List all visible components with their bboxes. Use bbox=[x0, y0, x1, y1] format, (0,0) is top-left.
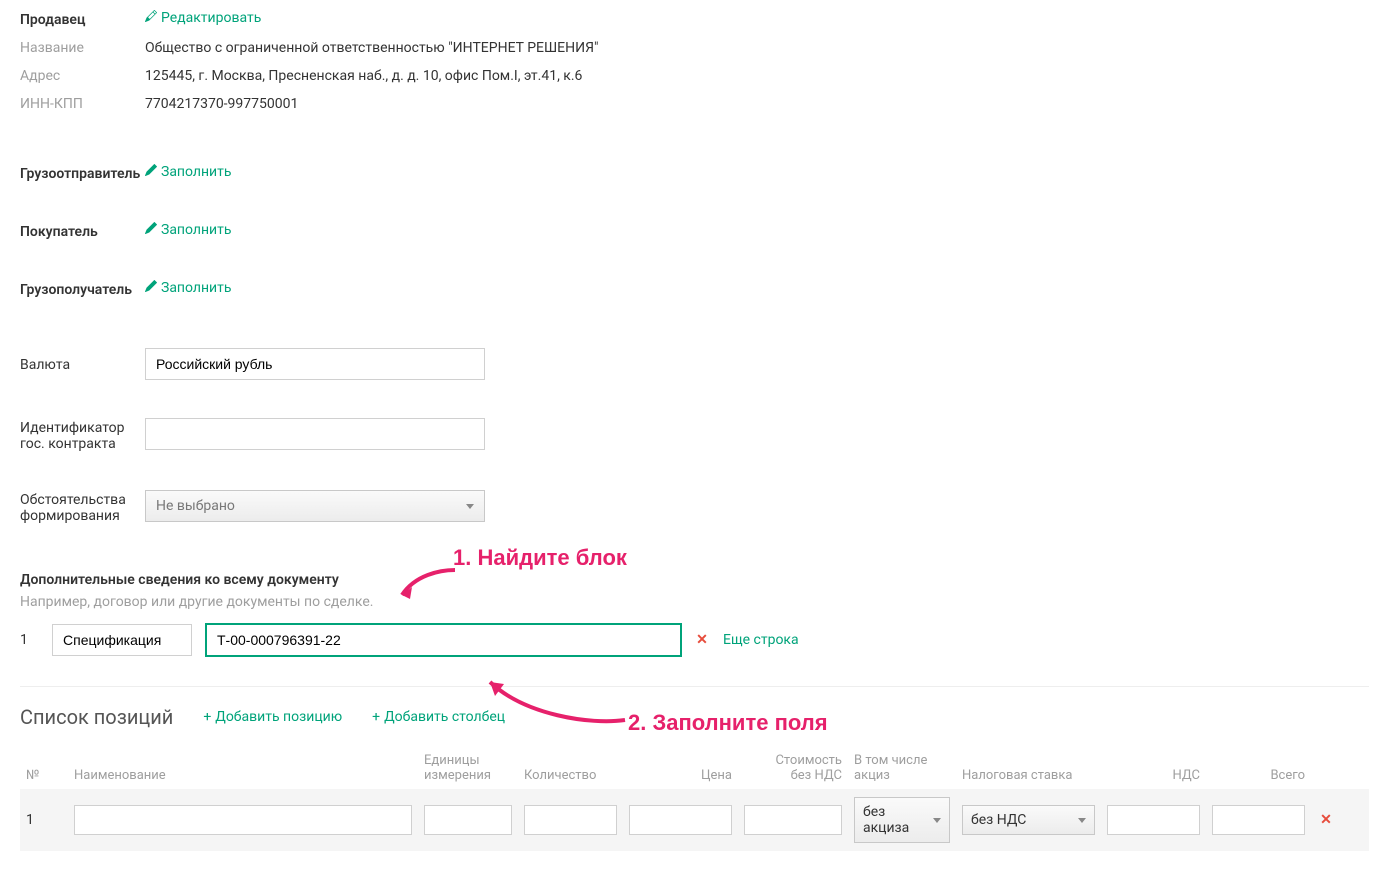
cell-price-input[interactable] bbox=[629, 805, 732, 835]
extra-add-row-link[interactable]: Еще строка bbox=[723, 632, 799, 648]
th-rate: Налоговая ставка bbox=[956, 768, 1101, 783]
gos-id-input[interactable] bbox=[145, 418, 485, 450]
extra-row-delete[interactable]: ✕ bbox=[695, 632, 709, 648]
table-row: 1 без акциза без НДС ✕ bbox=[20, 789, 1369, 851]
th-name: Наименование bbox=[68, 768, 418, 783]
buyer-fill-link[interactable]: Заполнить bbox=[145, 222, 231, 238]
cell-num: 1 bbox=[20, 812, 68, 828]
currency-input[interactable] bbox=[145, 348, 485, 380]
seller-edit-text: Редактировать bbox=[161, 10, 261, 26]
th-excise: В том числе акциз bbox=[848, 753, 956, 783]
seller-edit-link[interactable]: Редактировать bbox=[145, 10, 261, 26]
shipper-label: Грузоотправитель bbox=[20, 164, 145, 182]
pencil-icon bbox=[145, 222, 157, 238]
cell-unit-input[interactable] bbox=[424, 805, 512, 835]
pencil-icon bbox=[145, 280, 157, 296]
extra-value-input[interactable] bbox=[206, 624, 681, 656]
th-qty: Количество bbox=[518, 768, 623, 783]
th-vat: НДС bbox=[1101, 768, 1206, 783]
th-unit: Единицы измерения bbox=[418, 753, 518, 783]
plus-icon: + bbox=[372, 709, 380, 725]
cell-excise-select[interactable]: без акциза bbox=[854, 797, 950, 843]
extra-key-input[interactable] bbox=[52, 624, 192, 656]
th-num: № bbox=[20, 768, 68, 783]
cell-cost-input[interactable] bbox=[744, 805, 842, 835]
row-delete-icon[interactable]: ✕ bbox=[1320, 812, 1332, 828]
consignee-fill-link[interactable]: Заполнить bbox=[145, 280, 231, 296]
add-position-link[interactable]: + Добавить позицию bbox=[203, 709, 342, 725]
plus-icon: + bbox=[203, 709, 211, 725]
buyer-label: Покупатель bbox=[20, 222, 145, 240]
th-cost: Стоимость без НДС bbox=[738, 753, 848, 783]
circumstances-value: Не выбрано bbox=[156, 498, 235, 514]
cell-rate-select[interactable]: без НДС bbox=[962, 805, 1095, 835]
seller-inn-label: ИНН-КПП bbox=[20, 94, 145, 112]
cell-vat-input[interactable] bbox=[1107, 805, 1200, 835]
gos-id-label: Идентификатор гос. контракта bbox=[20, 418, 145, 452]
seller-name-value: Общество с ограниченной ответственностью… bbox=[145, 38, 599, 56]
cell-qty-input[interactable] bbox=[524, 805, 617, 835]
currency-label: Валюта bbox=[20, 355, 145, 373]
chevron-down-icon bbox=[933, 818, 941, 823]
positions-title: Список позиций bbox=[20, 705, 173, 729]
consignee-fill-text: Заполнить bbox=[161, 280, 231, 296]
extra-section-title: Дополнительные сведения ко всему докумен… bbox=[20, 572, 1369, 588]
shipper-fill-text: Заполнить bbox=[161, 164, 231, 180]
circumstances-select[interactable]: Не выбрано bbox=[145, 490, 485, 522]
chevron-down-icon bbox=[466, 504, 474, 509]
cell-name-input[interactable] bbox=[74, 805, 412, 835]
th-price: Цена bbox=[623, 768, 738, 783]
pencil-icon bbox=[145, 10, 157, 26]
seller-label: Продавец bbox=[20, 10, 145, 28]
extra-section-hint: Например, договор или другие документы п… bbox=[20, 594, 1369, 610]
cell-total-input[interactable] bbox=[1212, 805, 1305, 835]
seller-addr-value: 125445, г. Москва, Пресненская наб., д. … bbox=[145, 66, 582, 84]
buyer-fill-text: Заполнить bbox=[161, 222, 231, 238]
shipper-fill-link[interactable]: Заполнить bbox=[145, 164, 231, 180]
chevron-down-icon bbox=[1078, 818, 1086, 823]
seller-inn-value: 7704217370-997750001 bbox=[145, 94, 298, 112]
seller-name-label: Название bbox=[20, 38, 145, 56]
consignee-label: Грузополучатель bbox=[20, 280, 145, 298]
th-total: Всего bbox=[1206, 768, 1311, 783]
seller-addr-label: Адрес bbox=[20, 66, 145, 84]
extra-row-num: 1 bbox=[20, 632, 38, 648]
circumstances-label: Обстоятельства формирования bbox=[20, 490, 145, 524]
pencil-icon bbox=[145, 164, 157, 180]
annotation-arrow-2 bbox=[470, 670, 630, 730]
annotation-arrow-1 bbox=[390, 565, 470, 610]
